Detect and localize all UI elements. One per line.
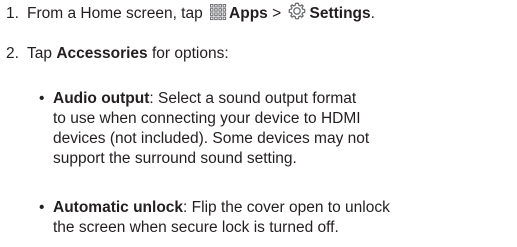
bullet-title: Audio output — [53, 90, 150, 107]
bullet-line: to use when connecting your device to HD… — [53, 110, 361, 127]
step-number: 2. — [6, 45, 19, 62]
step-1-prefix: From a Home screen, tap — [27, 5, 203, 22]
step-1: 1. From a Home screen, tap Apps > Settin… — [6, 1, 375, 27]
settings-label: Settings — [309, 5, 371, 22]
apps-label: Apps — [229, 5, 268, 22]
step-2: 2. Tap Accessories for options: — [6, 44, 229, 64]
apps-grid-icon — [209, 3, 227, 27]
bullet-line: devices (not included). Some devices may… — [53, 130, 370, 147]
bullet-marker: • — [39, 90, 45, 107]
accessories-label: Accessories — [56, 45, 148, 62]
step-2-suffix: for options: — [151, 45, 229, 62]
settings-gear-icon — [287, 1, 307, 27]
path-separator: > — [272, 5, 282, 22]
bullet-line: support the surround sound setting. — [53, 150, 297, 167]
step-2-prefix: Tap — [27, 45, 52, 62]
bullet-line: the screen when secure lock is turned of… — [53, 219, 339, 236]
bullet-line: : Flip the cover open to unlock — [183, 199, 390, 216]
bullet-title: Automatic unlock — [53, 199, 184, 216]
bullet-marker: • — [39, 199, 45, 216]
step-number: 1. — [6, 5, 19, 22]
bullet-line: : Select a sound output format — [149, 90, 357, 107]
step-1-suffix: . — [370, 5, 375, 22]
